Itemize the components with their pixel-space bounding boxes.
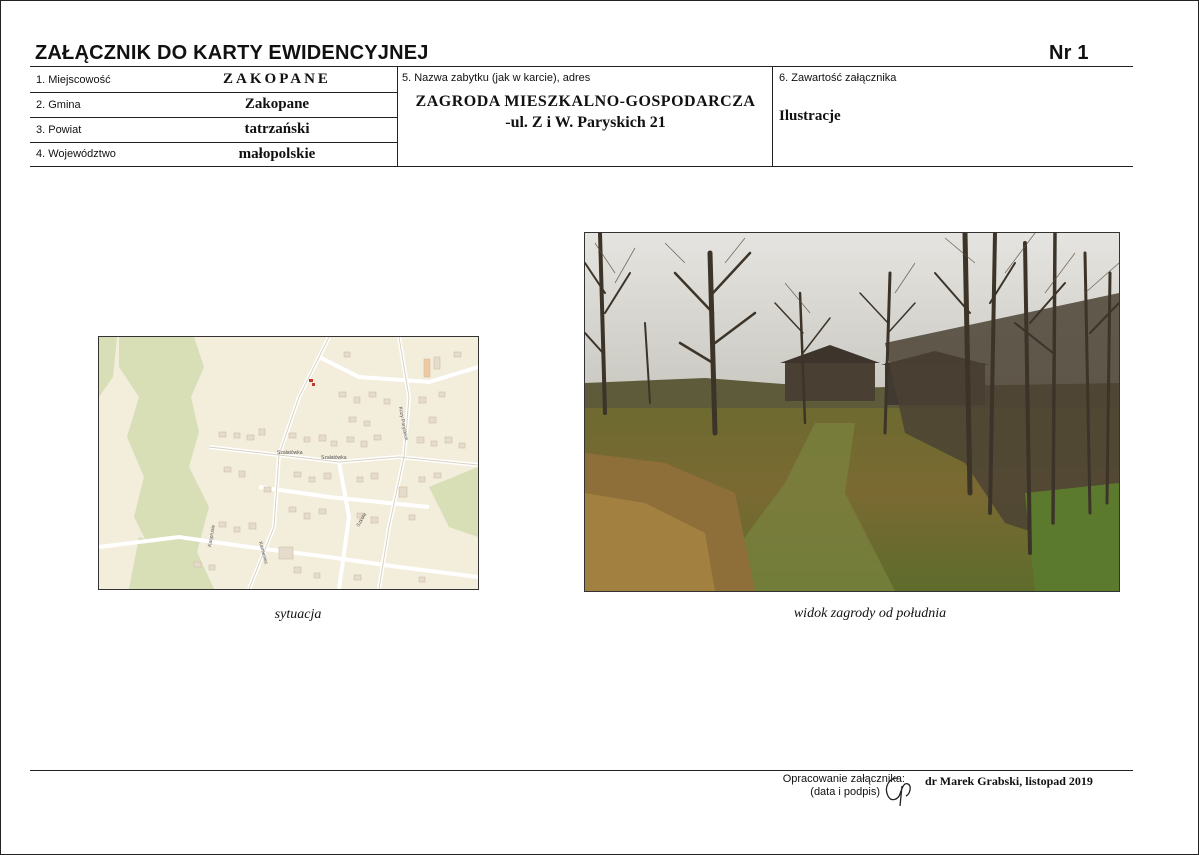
table-row-rule — [30, 117, 397, 118]
table-row-rule — [30, 92, 397, 93]
miejscowosc-label: 1. Miejscowość — [36, 74, 111, 86]
gmina-value: Zakopane — [244, 96, 310, 112]
wojewodztwo-label: 4. Województwo — [36, 148, 116, 160]
photo-caption: widok zagrody od południa — [793, 606, 947, 621]
zawartosc-label: 6. Zawartość załącznika — [779, 72, 897, 84]
map-street-label: Szałatówka — [277, 450, 303, 456]
map-graphic: Szałatówka Szałatówka Kozy Paryskich Kam… — [99, 337, 478, 589]
photo-graphic — [585, 233, 1119, 591]
document-title: ZAŁĄCZNIK DO KARTY EWIDENCYJNEJ — [35, 42, 429, 64]
gmina-label: 2. Gmina — [36, 99, 81, 111]
map-street-label: Szałatówka — [321, 455, 347, 461]
wojewodztwo-value: małopolskie — [238, 146, 316, 162]
zabytek-address: -ul. Z i W. Paryskich 21 — [505, 114, 666, 131]
map-caption: sytuacja — [274, 607, 322, 622]
situation-map: Szałatówka Szałatówka Kozy Paryskich Kam… — [98, 336, 479, 590]
miejscowosc-value: ZAKOPANE — [223, 71, 331, 87]
powiat-value: tatrzański — [244, 121, 310, 137]
zabytek-label: 5. Nazwa zabytku (jak w karcie), adres — [402, 72, 591, 84]
table-top-rule — [30, 66, 1133, 67]
zabytek-name: ZAGRODA MIESZKALNO-GOSPODARCZA — [415, 93, 756, 110]
document-number: Nr 1 — [1049, 42, 1089, 64]
powiat-label: 3. Powiat — [36, 124, 82, 136]
footer-rule — [30, 770, 1133, 771]
farmstead-photo — [584, 232, 1120, 592]
table-bottom-rule — [30, 166, 1133, 167]
sign-label: (data i podpis) — [810, 786, 880, 798]
zawartosc-value: Ilustracje — [779, 108, 841, 124]
signature — [885, 777, 911, 807]
table-row-rule — [30, 142, 397, 143]
author: dr Marek Grabski, listopad 2019 — [925, 774, 1093, 788]
